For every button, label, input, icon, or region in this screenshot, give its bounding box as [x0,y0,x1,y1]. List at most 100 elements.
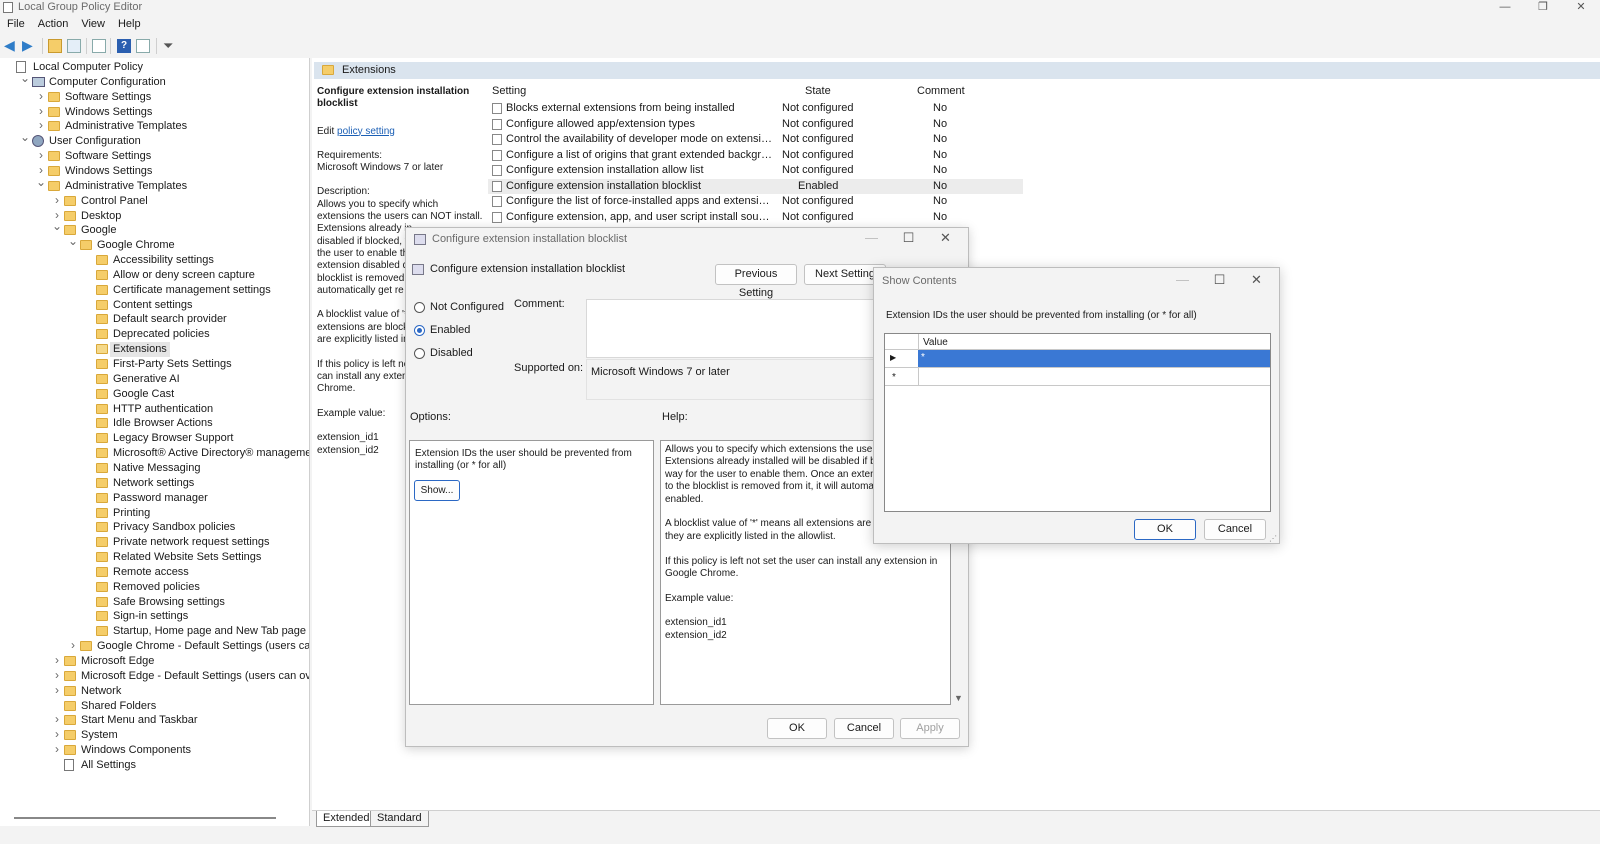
column-comment[interactable]: Comment [917,85,965,97]
menu-file[interactable]: File [0,17,31,35]
tree-item-microsoft-edge[interactable]: › Microsoft Edge [0,653,309,669]
tree-item-chrome-policy[interactable]: Idle Browser Actions [0,416,309,431]
tree-item-system[interactable]: › System [0,727,309,743]
chevron-down-icon[interactable]: ⌄ [68,234,78,249]
chevron-down-icon[interactable]: ⌄ [20,71,30,86]
tree-item-chrome-policy[interactable]: Legacy Browser Support [0,431,309,446]
menu-view[interactable]: View [74,17,111,35]
tab-extended[interactable]: Extended [316,811,377,827]
chevron-right-icon[interactable]: › [68,638,78,653]
grid-row[interactable]: ▶ * [885,350,1270,368]
tree-item-chrome-policy[interactable]: Extensions [0,342,309,358]
tree-item-chrome-policy[interactable]: Password manager [0,491,309,506]
properties-icon[interactable] [136,39,150,53]
tree-item-chrome-policy[interactable]: Network settings [0,476,309,491]
tree-item-computer-configuration[interactable]: ⌄ Computer Configuration [0,71,309,90]
tree-item-google[interactable]: ⌄ Google [0,219,309,238]
setting-row[interactable]: Configure extension, app, and user scrip… [488,210,1023,225]
column-setting[interactable]: Setting [492,85,526,97]
chevron-right-icon[interactable]: › [52,712,62,727]
value-cell[interactable]: * [918,350,1270,367]
close-button[interactable]: ✕ [927,230,964,246]
comment-field[interactable] [586,299,886,358]
ok-button[interactable]: OK [1134,519,1196,540]
tree-item-chrome-policy[interactable]: Safe Browsing settings [0,595,309,610]
tree-item-chrome-policy[interactable]: Default search provider [0,312,309,327]
chevron-right-icon[interactable]: › [52,193,62,208]
forward-arrow-icon[interactable]: ▶ [22,38,36,53]
tree-item-chrome-policy[interactable]: Certificate management settings [0,283,309,298]
resize-grip-icon[interactable]: ⋰ [1269,534,1277,543]
tree-item-control-panel[interactable]: › Control Panel [0,193,309,209]
tree-item-chrome-default-settings[interactable]: › Google Chrome - Default Settings (users… [0,638,309,654]
chevron-down-icon[interactable]: ⌄ [36,175,46,190]
close-button[interactable]: ✕ [1238,272,1275,288]
menu-action[interactable]: Action [31,17,75,35]
tree-item-chrome-policy[interactable]: Native Messaging [0,461,309,476]
setting-row[interactable]: Configure a list of origins that grant e… [488,148,1023,163]
tree-item-administrative-templates[interactable]: ⌄ Administrative Templates [0,175,309,194]
setting-row[interactable]: Configure allowed app/extension types Not… [488,117,1023,132]
tree-item-windows-components[interactable]: › Windows Components [0,742,309,758]
tree-horizontal-scrollbar[interactable] [14,817,276,819]
show-button[interactable]: Show... [414,480,460,501]
tree-item-chrome-policy[interactable]: Startup, Home page and New Tab page [0,624,309,639]
up-folder-icon[interactable] [48,39,62,53]
setting-row[interactable]: Control the availability of developer mo… [488,132,1023,147]
tree-item-desktop[interactable]: › Desktop [0,208,309,224]
values-grid[interactable]: Value ▶ * * [884,333,1271,512]
tree-item-user-configuration[interactable]: ⌄ User Configuration [0,130,309,149]
chevron-right-icon[interactable]: › [36,148,46,163]
chevron-right-icon[interactable]: › [52,727,62,742]
apply-button[interactable]: Apply [900,718,960,739]
filter-icon[interactable]: ⏷ [163,39,177,53]
previous-setting-button[interactable]: Previous Setting [715,264,797,299]
tree-item-chrome-policy[interactable]: Accessibility settings [0,253,309,268]
tree-item-chrome-policy[interactable]: Deprecated policies [0,327,309,342]
scroll-down-arrow-icon[interactable]: ▼ [954,693,963,703]
minimize-button[interactable]: — [1164,272,1201,288]
tree-item-microsoft-edge-default[interactable]: › Microsoft Edge - Default Settings (user… [0,668,309,684]
tree-item-chrome-policy[interactable]: Privacy Sandbox policies [0,520,309,535]
column-state[interactable]: State [805,85,831,97]
tree-item-software-settings[interactable]: › Software Settings [0,148,309,164]
chevron-down-icon[interactable]: ⌄ [52,219,62,234]
tree-item-chrome-policy[interactable]: Remote access [0,565,309,580]
tree-item-chrome-policy[interactable]: Printing [0,506,309,521]
chevron-right-icon[interactable]: › [52,668,62,683]
tree-item-chrome-policy[interactable]: Private network request settings [0,535,309,550]
tree-item-local-computer-policy[interactable]: Local Computer Policy [0,60,309,75]
maximize-button[interactable]: ❐ [1524,0,1562,16]
chevron-right-icon[interactable]: › [52,683,62,698]
tree-item-chrome-policy[interactable]: Sign-in settings [0,609,309,624]
tree-item-all-settings[interactable]: All Settings [0,758,309,773]
maximize-button[interactable]: ☐ [1201,272,1238,288]
minimize-button[interactable]: — [853,230,890,246]
ok-button[interactable]: OK [767,718,827,739]
cancel-button[interactable]: Cancel [834,718,894,739]
tree-item-windows-settings[interactable]: › Windows Settings [0,104,309,120]
close-button[interactable]: ✕ [1562,0,1600,16]
chevron-right-icon[interactable]: › [52,653,62,668]
tree-item-chrome-policy[interactable]: Related Website Sets Settings [0,550,309,565]
minimize-button[interactable]: — [1486,0,1524,16]
tree-item-chrome-policy[interactable]: Generative AI [0,372,309,387]
edit-policy-link[interactable]: policy setting [337,126,395,137]
tree-item-network[interactable]: › Network [0,683,309,699]
tab-standard[interactable]: Standard [370,811,429,827]
tree-item-chrome-policy[interactable]: Content settings [0,298,309,313]
back-arrow-icon[interactable]: ◀ [4,38,18,53]
tree-item-chrome-policy[interactable]: Google Cast [0,387,309,402]
tree-item-administrative-templates[interactable]: › Administrative Templates [0,118,309,134]
cancel-button[interactable]: Cancel [1204,519,1266,540]
grid-new-row[interactable]: * [885,368,1270,386]
setting-row[interactable]: Configure the list of force-installed ap… [488,194,1023,209]
chevron-right-icon[interactable]: › [52,742,62,757]
export-list-icon[interactable] [92,39,106,53]
tree-item-shared-folders[interactable]: Shared Folders [0,699,309,714]
tree-item-software-settings[interactable]: › Software Settings [0,89,309,105]
show-hide-tree-icon[interactable] [67,39,81,53]
tree-item-chrome-policy[interactable]: Microsoft® Active Directory® management … [0,446,309,461]
chevron-right-icon[interactable]: › [36,118,46,133]
chevron-right-icon[interactable]: › [36,89,46,104]
